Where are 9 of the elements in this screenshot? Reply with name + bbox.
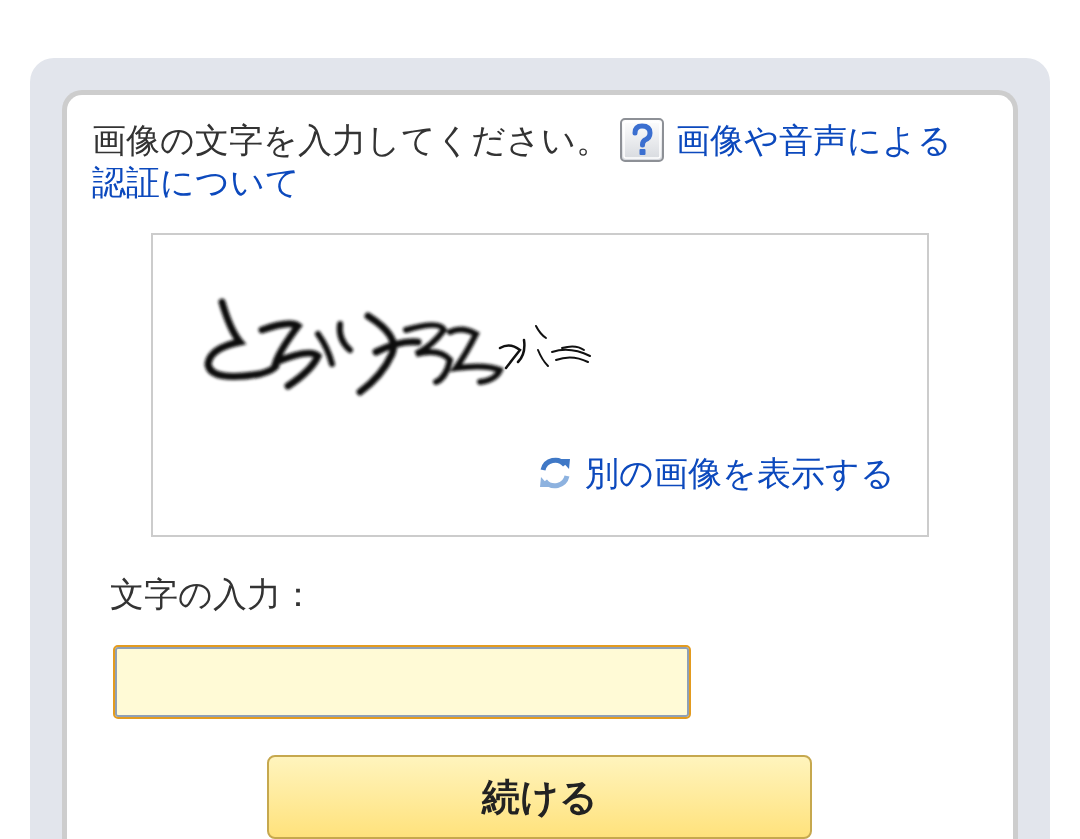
continue-button[interactable]: 続ける	[267, 755, 812, 839]
refresh-icon[interactable]	[537, 455, 573, 491]
help-icon[interactable]	[620, 118, 664, 162]
refresh-link[interactable]: 別の画像を表示する	[585, 452, 895, 494]
help-link[interactable]: 画像や音声による	[676, 119, 952, 161]
input-label: 文字の入力：	[110, 573, 315, 615]
help-link[interactable]: 認証について	[92, 161, 300, 203]
instruction-text: 画像の文字を入力してください。	[92, 119, 610, 161]
captcha-input[interactable]	[113, 645, 691, 719]
